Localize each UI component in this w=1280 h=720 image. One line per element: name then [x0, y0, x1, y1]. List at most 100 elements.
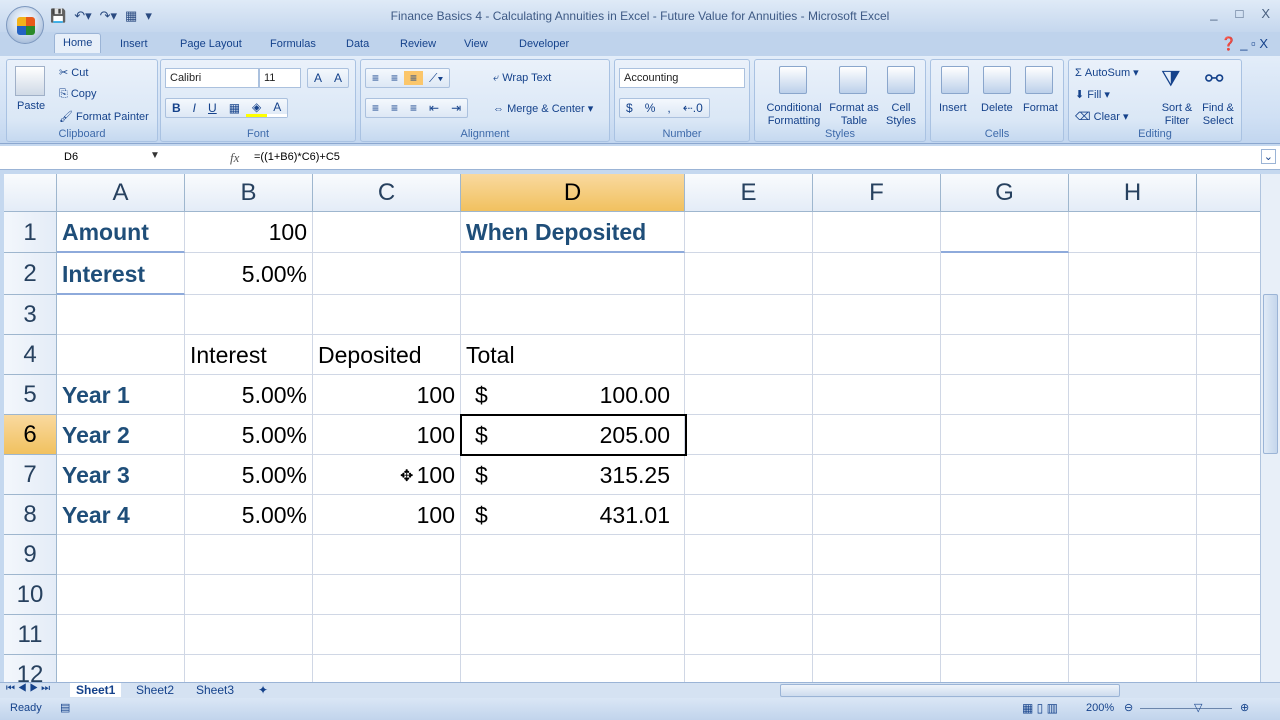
- tab-data[interactable]: Data: [346, 38, 369, 50]
- column-header-F[interactable]: F: [813, 174, 941, 212]
- row-header-10[interactable]: 10: [4, 575, 57, 615]
- cell-i11[interactable]: [1197, 615, 1260, 655]
- number-format-select[interactable]: Accounting: [619, 68, 745, 88]
- wrap-text-button[interactable]: ⤶ Wrap Text: [493, 72, 551, 85]
- cell-g5[interactable]: [941, 375, 1069, 415]
- cell-b5[interactable]: 5.00%: [185, 375, 313, 415]
- vertical-scrollbar[interactable]: [1260, 174, 1280, 682]
- cell-c4[interactable]: Deposited: [313, 335, 461, 375]
- sheet-tab-sheet1[interactable]: Sheet1: [70, 683, 122, 697]
- column-header-D[interactable]: D: [461, 174, 685, 212]
- cell-d2[interactable]: [461, 253, 685, 295]
- cell-a3[interactable]: [57, 295, 185, 335]
- cell-g4[interactable]: [941, 335, 1069, 375]
- cell-g8[interactable]: [941, 495, 1069, 535]
- cell-f10[interactable]: [813, 575, 941, 615]
- cell-h5[interactable]: [1069, 375, 1197, 415]
- cell-i4[interactable]: [1197, 335, 1260, 375]
- font-color-button[interactable]: A: [267, 100, 288, 117]
- cell-f5[interactable]: [813, 375, 941, 415]
- cut-button[interactable]: ✂ Cut: [59, 66, 88, 79]
- sheet-tab-sheet3[interactable]: Sheet3: [196, 683, 234, 697]
- decimal-icon[interactable]: ⇠.0: [677, 101, 709, 115]
- cell-e2[interactable]: [685, 253, 813, 295]
- cell-e9[interactable]: [685, 535, 813, 575]
- cell-c9[interactable]: [313, 535, 461, 575]
- zoom-slider[interactable]: [1140, 708, 1232, 709]
- tab-insert[interactable]: Insert: [120, 38, 148, 50]
- row-header-8[interactable]: 8: [4, 495, 57, 535]
- close-icon[interactable]: X: [1261, 6, 1270, 21]
- cell-e7[interactable]: [685, 455, 813, 495]
- cell-a12[interactable]: [57, 655, 185, 682]
- indent-icon[interactable]: ⇤: [423, 101, 445, 115]
- redo-icon[interactable]: ↷▾: [100, 8, 117, 24]
- cell-i1[interactable]: [1197, 212, 1260, 253]
- sheet-tab-sheet2[interactable]: Sheet2: [136, 683, 174, 697]
- cell-f3[interactable]: [813, 295, 941, 335]
- cell-a7[interactable]: Year 3: [57, 455, 185, 495]
- calc-icon[interactable]: ▦: [125, 8, 137, 24]
- cell-a8[interactable]: Year 4: [57, 495, 185, 535]
- paste-icon[interactable]: [15, 66, 45, 96]
- outdent-icon[interactable]: ⇥: [445, 101, 467, 115]
- cell-c8[interactable]: 100: [313, 495, 461, 535]
- cell-c5[interactable]: 100: [313, 375, 461, 415]
- cell-i10[interactable]: [1197, 575, 1260, 615]
- zoom-out-icon[interactable]: ⊖: [1124, 701, 1133, 714]
- cell-g1[interactable]: [941, 212, 1069, 253]
- cell-d9[interactable]: [461, 535, 685, 575]
- cell-e4[interactable]: [685, 335, 813, 375]
- cell-i12[interactable]: [1197, 655, 1260, 682]
- paste-button[interactable]: Paste: [17, 100, 45, 112]
- column-header-A[interactable]: A: [57, 174, 185, 212]
- cell-b7[interactable]: 5.00%: [185, 455, 313, 495]
- cell-e1[interactable]: [685, 212, 813, 253]
- column-header-G[interactable]: G: [941, 174, 1069, 212]
- cell-h6[interactable]: [1069, 415, 1197, 455]
- cell-g9[interactable]: [941, 535, 1069, 575]
- cell-e12[interactable]: [685, 655, 813, 682]
- format-as-table-button[interactable]: Format as Table: [829, 102, 879, 128]
- cell-d6[interactable]: $205.00: [461, 415, 685, 455]
- cell-f6[interactable]: [813, 415, 941, 455]
- merge-center-button[interactable]: ⇔ Merge & Center ▾: [493, 102, 593, 115]
- cell-d8[interactable]: $431.01: [461, 495, 685, 535]
- tab-formulas[interactable]: Formulas: [270, 38, 316, 50]
- cell-b2[interactable]: 5.00%: [185, 253, 313, 295]
- cell-i8[interactable]: [1197, 495, 1260, 535]
- column-header-B[interactable]: B: [185, 174, 313, 212]
- cell-f1[interactable]: [813, 212, 941, 253]
- cell-h7[interactable]: [1069, 455, 1197, 495]
- name-box[interactable]: D6: [4, 148, 160, 168]
- borders-icon[interactable]: ▦: [223, 101, 246, 115]
- vertical-scroll-thumb[interactable]: [1263, 294, 1278, 454]
- align-right-icon[interactable]: ≡: [404, 101, 423, 115]
- horizontal-scroll-thumb[interactable]: [780, 684, 1120, 697]
- fill-color-icon[interactable]: ◈: [246, 100, 268, 117]
- cell-g11[interactable]: [941, 615, 1069, 655]
- font-size-select[interactable]: 11: [259, 68, 301, 88]
- row-header-6[interactable]: 6: [4, 415, 57, 455]
- italic-button[interactable]: I: [187, 101, 202, 115]
- font-grow-shrink[interactable]: AA: [307, 68, 350, 88]
- column-header-I[interactable]: [1197, 174, 1260, 212]
- office-button[interactable]: [6, 6, 44, 44]
- cell-b6[interactable]: 5.00%: [185, 415, 313, 455]
- cell-e10[interactable]: [685, 575, 813, 615]
- cell-f12[interactable]: [813, 655, 941, 682]
- cell-f9[interactable]: [813, 535, 941, 575]
- cell-c10[interactable]: [313, 575, 461, 615]
- align-left-icon[interactable]: ≡: [366, 101, 385, 115]
- tab-page-layout[interactable]: Page Layout: [180, 38, 242, 50]
- cell-e11[interactable]: [685, 615, 813, 655]
- insert-function-button[interactable]: fx: [230, 150, 239, 166]
- select-all-corner[interactable]: [4, 174, 57, 212]
- insert-button[interactable]: Insert: [939, 102, 967, 114]
- cell-i9[interactable]: [1197, 535, 1260, 575]
- cell-i2[interactable]: [1197, 253, 1260, 295]
- row-header-12[interactable]: 12: [4, 655, 57, 682]
- comma-button[interactable]: ,: [661, 101, 676, 115]
- cell-h4[interactable]: [1069, 335, 1197, 375]
- cell-h12[interactable]: [1069, 655, 1197, 682]
